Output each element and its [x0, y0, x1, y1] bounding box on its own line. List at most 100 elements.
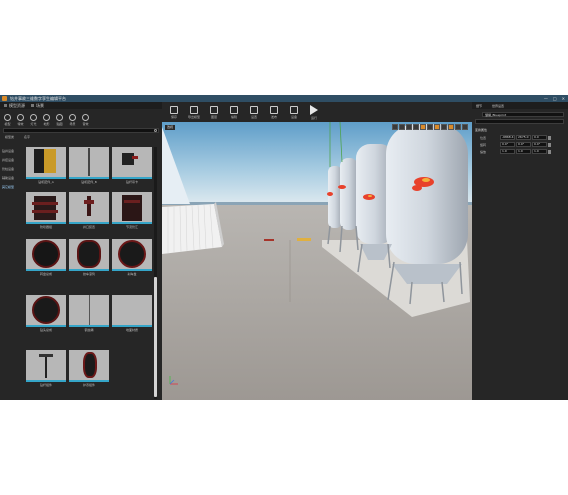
search-icon[interactable]: [154, 129, 157, 132]
column-header-name[interactable]: 名字: [24, 135, 30, 140]
layers-button[interactable]: 图层: [204, 105, 224, 119]
toolbar-label: 设备: [290, 114, 297, 119]
tool-light[interactable]: 灯光: [28, 114, 39, 126]
scale-tool-icon[interactable]: [413, 124, 419, 130]
minimize-button[interactable]: —: [544, 96, 548, 101]
move-tool-icon[interactable]: [399, 124, 405, 130]
row-label: 位置: [480, 135, 487, 140]
3d-viewport[interactable]: 透视: [162, 122, 472, 400]
toolbar-label: 运行: [310, 115, 317, 120]
tool-texture[interactable]: 贴图: [54, 114, 65, 126]
close-button[interactable]: ✕: [562, 96, 565, 101]
category-label: 管柱设备: [2, 166, 15, 171]
reset-icon[interactable]: [548, 142, 551, 147]
scrollbar-thumb[interactable]: [154, 277, 157, 397]
rotation-z-field[interactable]: 0.0°: [532, 142, 547, 147]
asset-thumbnail[interactable]: 绞车滚筒: [69, 239, 109, 277]
terrain-icon: [43, 114, 50, 121]
asset-thumbnail[interactable]: 钻机配件_B: [69, 147, 109, 185]
asset-thumbnail[interactable]: 节流管汇: [112, 192, 152, 230]
tool-label: 特效: [17, 122, 24, 126]
play-button[interactable]: 运行: [304, 104, 324, 120]
tool-terrain[interactable]: 地形: [41, 114, 52, 126]
asset-search-input[interactable]: [4, 130, 158, 134]
scale-snap-icon[interactable]: [448, 124, 454, 130]
toolbar-label: 保存: [170, 114, 177, 119]
device-button[interactable]: 设备: [284, 105, 304, 119]
column-header-type[interactable]: 模型类: [5, 135, 14, 140]
asset-thumbnail[interactable]: 钢丝绳: [69, 295, 109, 333]
rotate-tool-icon[interactable]: [406, 124, 412, 130]
asset-thumbnail[interactable]: 护罩组件: [69, 350, 109, 388]
lock-icon[interactable]: [548, 149, 551, 154]
view-mode-dropdown[interactable]: 透视: [165, 125, 176, 130]
rotation-y-field[interactable]: 0.0°: [516, 142, 531, 147]
maximize-viewport-icon[interactable]: [462, 124, 468, 130]
category-item[interactable]: 辅助设备: [2, 173, 26, 182]
layers-icon: [210, 105, 218, 114]
tool-label: 贴图: [56, 122, 63, 126]
asset-thumbnail[interactable]: 钻杆组件: [26, 350, 66, 388]
asset-label: 钻机配件_B: [81, 180, 97, 184]
asset-thumbnail[interactable]: 钻机配件_A: [26, 147, 66, 185]
object-name-field[interactable]: 储罐_Blueprint: [482, 112, 564, 117]
category-item[interactable]: 井控设备: [2, 155, 26, 164]
tab-model-resources[interactable]: 模型资源: [4, 103, 25, 109]
scale-z-field[interactable]: 1.0: [532, 149, 547, 154]
asset-thumbnail[interactable]: 地面材质: [112, 295, 152, 333]
asset-thumbnail[interactable]: 钻头总成: [26, 295, 66, 333]
transform-section-header[interactable]: 变换属性: [475, 128, 568, 133]
location-z-field[interactable]: 0.0: [532, 135, 547, 140]
save-button[interactable]: 保存: [164, 105, 184, 119]
asset-thumbnail[interactable]: 转盘总成: [26, 239, 66, 277]
reset-icon[interactable]: [548, 135, 551, 140]
tool-label: 场景: [69, 122, 76, 126]
category-item[interactable]: 钻井设备: [2, 146, 26, 155]
asset-thumbnail[interactable]: 井口装置: [69, 192, 109, 230]
asset-thumbnail[interactable]: 钻杆吊卡: [112, 147, 152, 185]
publish-button[interactable]: 发布: [264, 105, 284, 119]
tool-audio[interactable]: 音效: [80, 114, 91, 126]
asset-preview: [112, 295, 152, 325]
asset-label: 钻杆组件: [39, 383, 52, 387]
asset-label: 节流管汇: [125, 225, 138, 229]
asset-preview: [26, 192, 66, 222]
category-item[interactable]: 管柱设备: [2, 164, 26, 173]
asset-label: 钻杆吊卡: [125, 180, 138, 184]
model-icon: [4, 114, 11, 121]
scale-y-field[interactable]: 1.0: [516, 149, 531, 154]
rotation-x-field[interactable]: 0.0°: [500, 142, 515, 147]
edit-button[interactable]: 编辑: [224, 105, 244, 119]
tab-world-settings[interactable]: 世界设置: [492, 104, 504, 108]
grid-snap-icon[interactable]: [420, 124, 426, 130]
camera-speed-icon[interactable]: [455, 124, 461, 130]
category-item-active[interactable]: 其它模型: [2, 182, 26, 191]
settings-button[interactable]: 设置: [244, 105, 264, 119]
asset-thumbnail[interactable]: 刹车盘: [112, 239, 152, 277]
tab-scene[interactable]: 场景: [31, 103, 44, 109]
tab-label: 场景: [36, 102, 44, 108]
maximize-button[interactable]: □: [553, 96, 557, 101]
angle-size-icon[interactable]: [441, 124, 447, 130]
toolbar-label: 设置: [250, 114, 257, 119]
export-button[interactable]: 导出模型: [184, 105, 204, 119]
asset-thumbnail[interactable]: 防喷器组: [26, 192, 66, 230]
tool-scene[interactable]: 场景: [67, 114, 78, 126]
grid-size-icon[interactable]: [427, 124, 433, 130]
angle-snap-icon[interactable]: [434, 124, 440, 130]
select-tool-icon[interactable]: [392, 124, 398, 130]
share-icon: [270, 105, 278, 114]
asset-scrollbar[interactable]: [154, 147, 157, 399]
details-search-input[interactable]: [475, 119, 564, 124]
scene-render: [162, 122, 472, 400]
tool-model[interactable]: 模型: [2, 114, 13, 126]
asset-preview: [26, 147, 66, 177]
location-row: 位置 -6868.4 2675.0 0.0: [480, 135, 568, 140]
asset-preview: [69, 147, 109, 177]
location-x-field[interactable]: -6868.4: [500, 135, 515, 140]
scale-x-field[interactable]: 1.0: [500, 149, 515, 154]
tab-details[interactable]: 细节: [476, 104, 482, 108]
tool-effect[interactable]: 特效: [15, 114, 26, 126]
location-y-field[interactable]: 2675.0: [516, 135, 531, 140]
category-list: 钻井设备 井控设备 管柱设备 辅助设备 其它模型: [2, 146, 26, 191]
